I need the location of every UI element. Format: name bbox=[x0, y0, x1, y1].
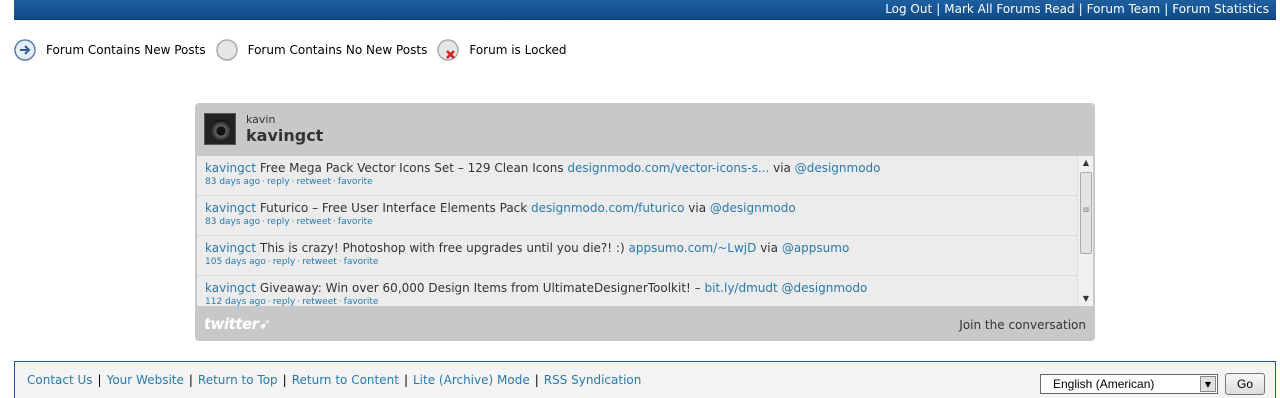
tweet-mention-link[interactable]: @appsumo bbox=[782, 241, 849, 255]
reply-link[interactable]: reply bbox=[273, 257, 296, 267]
tweet-mention-link[interactable]: @designmodo bbox=[782, 281, 868, 295]
twitter-logo[interactable]: twitter➹ bbox=[204, 315, 271, 333]
reply-link[interactable]: reply bbox=[267, 177, 290, 187]
chevron-down-icon[interactable]: ▼ bbox=[1200, 376, 1216, 392]
tweet-via-word: via bbox=[773, 161, 791, 175]
twitter-bird-icon: ➹ bbox=[258, 315, 272, 333]
tweet-item: kavingct Giveaway: Win over 60,000 Desig… bbox=[197, 276, 1077, 306]
mark-all-forums-read-link[interactable]: Mark All Forums Read bbox=[944, 2, 1074, 16]
tweet-url-link[interactable]: bit.ly/dmudt bbox=[705, 281, 778, 295]
scroll-up-arrow-icon[interactable]: ▲ bbox=[1078, 156, 1093, 170]
tweet-user-link[interactable]: kavingct bbox=[205, 241, 256, 255]
separator: | bbox=[97, 373, 102, 387]
footer-links: Contact Us | Your Website | Return to Top | Re… bbox=[27, 373, 641, 387]
log-out-link[interactable]: Log Out bbox=[885, 2, 932, 16]
favorite-link[interactable]: favorite bbox=[344, 257, 379, 267]
tweet-text: This is crazy! Photoshop with free upgra… bbox=[259, 241, 625, 255]
retweet-link[interactable]: retweet bbox=[297, 177, 332, 187]
reply-link[interactable]: reply bbox=[267, 217, 290, 227]
retweet-link[interactable]: retweet bbox=[297, 217, 332, 227]
legend-label: Forum Contains New Posts bbox=[46, 43, 206, 57]
separator: | bbox=[534, 373, 539, 387]
contact-us-link[interactable]: Contact Us bbox=[27, 373, 93, 387]
retweet-link[interactable]: retweet bbox=[302, 257, 337, 267]
tweet-via-word: via bbox=[688, 201, 707, 215]
forum-statistics-link[interactable]: Forum Statistics bbox=[1172, 2, 1269, 16]
scroll-down-arrow-icon[interactable]: ▼ bbox=[1078, 292, 1093, 306]
reply-link[interactable]: reply bbox=[273, 297, 296, 306]
tweet-timestamp[interactable]: 83 days ago bbox=[205, 177, 260, 187]
tweet-url-link[interactable]: designmodo.com/futurico bbox=[531, 201, 684, 215]
tweet-item: kavingct Free Mega Pack Vector Icons Set… bbox=[197, 156, 1077, 196]
tweet-list: kavingct Free Mega Pack Vector Icons Set… bbox=[197, 156, 1093, 306]
twitter-logo-text: twitter bbox=[204, 315, 259, 333]
scrollbar-thumb[interactable] bbox=[1080, 172, 1092, 254]
tweet-url-link[interactable]: designmodo.com/vector-icons-s... bbox=[567, 161, 769, 175]
legend-item-no-new-posts: Forum Contains No New Posts bbox=[215, 39, 428, 61]
twitter-widget: kavin kavingct kavingct Free Mega Pack V… bbox=[195, 103, 1095, 341]
no-new-posts-icon bbox=[215, 39, 238, 61]
profile-username[interactable]: kavingct bbox=[246, 126, 323, 145]
twitter-widget-footer: twitter➹ Join the conversation bbox=[195, 309, 1095, 341]
top-navigation-bar: Log Out | Mark All Forums Read | Forum Team |… bbox=[14, 0, 1276, 20]
separator: | bbox=[282, 373, 287, 387]
tweet-text: Giveaway: Win over 60,000 Design Items f… bbox=[259, 281, 701, 295]
your-website-link[interactable]: Your Website bbox=[107, 373, 184, 387]
tweet-user-link[interactable]: kavingct bbox=[205, 201, 256, 215]
tweet-mention-link[interactable]: @designmodo bbox=[795, 161, 881, 175]
tweet-timestamp[interactable]: 112 days ago bbox=[205, 297, 266, 306]
tweet-user-link[interactable]: kavingct bbox=[205, 161, 256, 175]
new-posts-icon bbox=[14, 39, 36, 61]
separator: | bbox=[1164, 2, 1169, 16]
language-select[interactable]: English (American) ▼ bbox=[1040, 374, 1218, 394]
tweet-item: kavingct Futurico – Free User Interface … bbox=[197, 196, 1077, 236]
language-select-value: English (American) bbox=[1053, 377, 1155, 391]
rss-syndication-link[interactable]: RSS Syndication bbox=[544, 373, 642, 387]
forum-team-link[interactable]: Forum Team bbox=[1087, 2, 1161, 16]
tweet-via-word: via bbox=[760, 241, 778, 255]
favorite-link[interactable]: favorite bbox=[344, 297, 379, 306]
forum-icon-legend: Forum Contains New Posts Forum Contains … bbox=[14, 39, 577, 61]
page-footer: Contact Us | Your Website | Return to Top | Re… bbox=[14, 361, 1276, 398]
retweet-link[interactable]: retweet bbox=[302, 297, 337, 306]
tweet-mention-link[interactable]: @designmodo bbox=[710, 201, 796, 215]
separator: | bbox=[936, 2, 941, 16]
locked-icon bbox=[437, 39, 460, 61]
legend-item-new-posts: Forum Contains New Posts bbox=[14, 39, 206, 61]
avatar[interactable] bbox=[204, 113, 236, 145]
lite-archive-mode-link[interactable]: Lite (Archive) Mode bbox=[413, 373, 530, 387]
top-links: Log Out | Mark All Forums Read | Forum Team |… bbox=[885, 2, 1269, 16]
tweet-user-link[interactable]: kavingct bbox=[205, 281, 256, 295]
tweet-text: Free Mega Pack Vector Icons Set – 129 Cl… bbox=[259, 161, 564, 175]
return-to-top-link[interactable]: Return to Top bbox=[198, 373, 278, 387]
separator: | bbox=[403, 373, 408, 387]
favorite-link[interactable]: favorite bbox=[338, 177, 373, 187]
legend-label: Forum Contains No New Posts bbox=[247, 43, 428, 57]
tweet-url-link[interactable]: appsumo.com/~LwjD bbox=[628, 241, 756, 255]
favorite-link[interactable]: favorite bbox=[338, 217, 373, 227]
tweet-timestamp[interactable]: 105 days ago bbox=[205, 257, 266, 267]
join-conversation-link[interactable]: Join the conversation bbox=[959, 318, 1086, 332]
tweet-text: Futurico – Free User Interface Elements … bbox=[259, 201, 528, 215]
tweet-item: kavingct This is crazy! Photoshop with f… bbox=[197, 236, 1077, 276]
go-button[interactable]: Go bbox=[1225, 373, 1265, 395]
legend-item-locked: Forum is Locked bbox=[437, 39, 567, 61]
legend-label: Forum is Locked bbox=[469, 43, 567, 57]
separator: | bbox=[188, 373, 193, 387]
separator: | bbox=[1078, 2, 1083, 16]
profile-name: kavin bbox=[246, 113, 276, 126]
return-to-content-link[interactable]: Return to Content bbox=[292, 373, 399, 387]
tweet-list-scrollbar[interactable]: ▲ ▼ bbox=[1077, 156, 1093, 306]
tweet-timestamp[interactable]: 83 days ago bbox=[205, 217, 260, 227]
